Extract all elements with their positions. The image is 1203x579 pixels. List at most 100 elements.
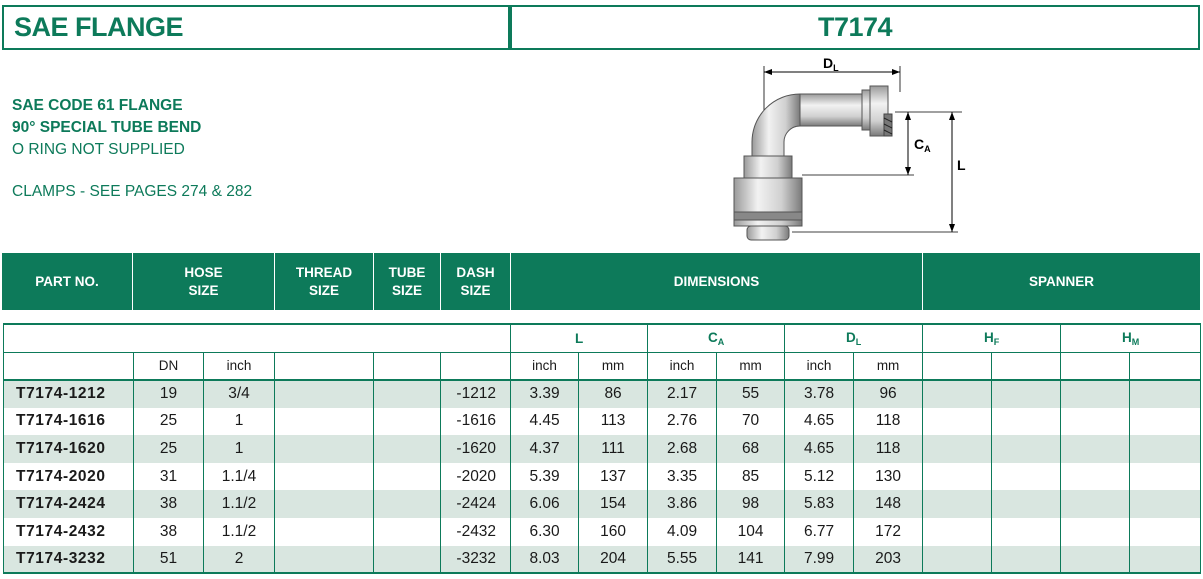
header-dimensions-text: DIMENSIONS (673, 273, 760, 289)
cell-hose-inch: 1.1/4 (203, 462, 275, 491)
table-row: T7174-1616 25 1 -1616 4.45 113 2.76 70 4.65 118 (3, 407, 1202, 436)
header-hose-size-l1: HOSE (184, 264, 223, 280)
cell-l-mm: 86 (578, 380, 649, 408)
specification-table: L CA DL HF HM DN inch inch mm inch mm in… (2, 323, 1202, 575)
header-part-no: PART NO. (2, 253, 133, 310)
cell-hose-inch: 2 (203, 545, 275, 575)
cell-tube-size (373, 517, 441, 546)
header-hose-size-l2: SIZE (188, 282, 219, 298)
fitting-diagram: DL CA L (733, 55, 966, 241)
header-dash-size-l1: DASH (456, 264, 495, 280)
table-row: T7174-2424 38 1.1/2 -2424 6.06 154 3.86 98 5.83 1… (3, 490, 1202, 518)
header-thread-size: THREAD SIZE (275, 253, 374, 310)
cell-hm-1 (1060, 490, 1131, 518)
unit-header-row: DN inch inch mm inch mm inch mm (3, 351, 1202, 381)
product-code-title: T7174 (510, 5, 1200, 50)
cell-dash-size: -2020 (439, 462, 512, 491)
description-line-2: 90° SPECIAL TUBE BEND (12, 119, 202, 136)
cell-ca-mm: 141 (716, 545, 786, 575)
cell-thread-size (274, 407, 374, 436)
cell-hose-dn: 19 (133, 380, 204, 408)
description-line-1: SAE CODE 61 FLANGE (12, 97, 183, 114)
unit-dl-inch: inch (784, 351, 855, 381)
unit-dash (439, 351, 512, 381)
cell-dl-mm: 118 (853, 435, 924, 463)
unit-ca-inch: inch (647, 351, 718, 381)
header-dash-size: DASH SIZE (441, 253, 511, 310)
group-hf: HF (922, 323, 1062, 352)
cell-dl-inch: 5.12 (784, 462, 855, 491)
cell-hf-2 (991, 435, 1062, 463)
cell-ca-mm: 85 (716, 462, 786, 491)
cell-dash-size: -2432 (439, 517, 512, 546)
header-dash-size-l2: SIZE (460, 282, 491, 298)
cell-dash-size: -1212 (439, 380, 512, 408)
cell-hm-1 (1060, 545, 1131, 575)
cell-dl-inch: 6.77 (784, 517, 855, 546)
cell-l-mm: 137 (578, 462, 649, 491)
cell-hf-1 (922, 490, 993, 518)
cell-dash-size: -1620 (439, 435, 512, 463)
cell-part-number: T7174-1616 (3, 407, 134, 436)
cell-l-mm: 154 (578, 490, 649, 518)
unit-l-mm: mm (578, 351, 649, 381)
cell-hm-2 (1129, 380, 1202, 408)
table-row: T7174-1620 25 1 -1620 4.37 111 2.68 68 4.65 118 (3, 435, 1202, 463)
cell-l-inch: 4.45 (510, 407, 580, 436)
unit-dn: DN (133, 351, 204, 381)
cell-hf-1 (922, 380, 993, 408)
header-spanner: SPANNER (923, 253, 1200, 310)
header-hose-size: HOSE SIZE (133, 253, 275, 310)
cell-dl-mm: 203 (853, 545, 924, 575)
header-thread-size-l1: THREAD (295, 264, 353, 280)
group-header-row: L CA DL HF HM (2, 323, 1202, 352)
cell-hose-inch: 3/4 (203, 380, 275, 408)
cell-hf-2 (991, 407, 1062, 436)
cell-hm-1 (1060, 380, 1131, 408)
group-ca-text: C (707, 329, 718, 345)
group-hf-text: H (983, 329, 994, 345)
page-title: SAE FLANGE (2, 5, 510, 50)
cell-thread-size (274, 380, 374, 408)
group-dl-text: D (845, 329, 856, 345)
cell-tube-size (373, 490, 441, 518)
cell-hf-1 (922, 545, 993, 575)
header-dimensions: DIMENSIONS (511, 253, 923, 310)
cell-thread-size (274, 435, 374, 463)
unit-tube (373, 351, 441, 381)
cell-hose-inch: 1 (203, 407, 275, 436)
group-dl: DL (784, 323, 924, 352)
cell-hose-dn: 25 (133, 407, 204, 436)
group-ca-sub: A (717, 336, 725, 347)
cell-part-number: T7174-1620 (3, 435, 134, 463)
cell-l-inch: 4.37 (510, 435, 580, 463)
header-thread-size-l2: SIZE (308, 282, 339, 298)
header-tube-size: TUBE SIZE (374, 253, 441, 310)
cell-tube-size (373, 435, 441, 463)
cell-dash-size: -3232 (439, 545, 512, 575)
group-l-text: L (574, 330, 584, 346)
cell-l-inch: 5.39 (510, 462, 580, 491)
cell-l-mm: 160 (578, 517, 649, 546)
cell-hose-dn: 38 (133, 517, 204, 546)
l-label: L (957, 157, 966, 173)
cell-dl-mm: 96 (853, 380, 924, 408)
cell-part-number: T7174-2432 (3, 517, 134, 546)
group-dl-sub: L (855, 336, 862, 347)
cell-hm-2 (1129, 545, 1202, 575)
cell-ca-inch: 4.09 (647, 517, 718, 546)
cell-hm-2 (1129, 407, 1202, 436)
description-line-3: O RING NOT SUPPLIED (12, 141, 185, 158)
cell-part-number: T7174-1212 (3, 380, 134, 408)
group-hm-sub: M (1131, 336, 1140, 347)
header-tube-size-l1: TUBE (388, 264, 426, 280)
unit-hf-1 (922, 351, 993, 381)
unit-dl-mm: mm (853, 351, 924, 381)
cell-hf-1 (922, 462, 993, 491)
group-blank (2, 323, 512, 352)
cell-tube-size (373, 462, 441, 491)
cell-hm-2 (1129, 462, 1202, 491)
ca-label: CA (914, 136, 931, 154)
unit-blank (3, 351, 134, 381)
cell-dash-size: -1616 (439, 407, 512, 436)
